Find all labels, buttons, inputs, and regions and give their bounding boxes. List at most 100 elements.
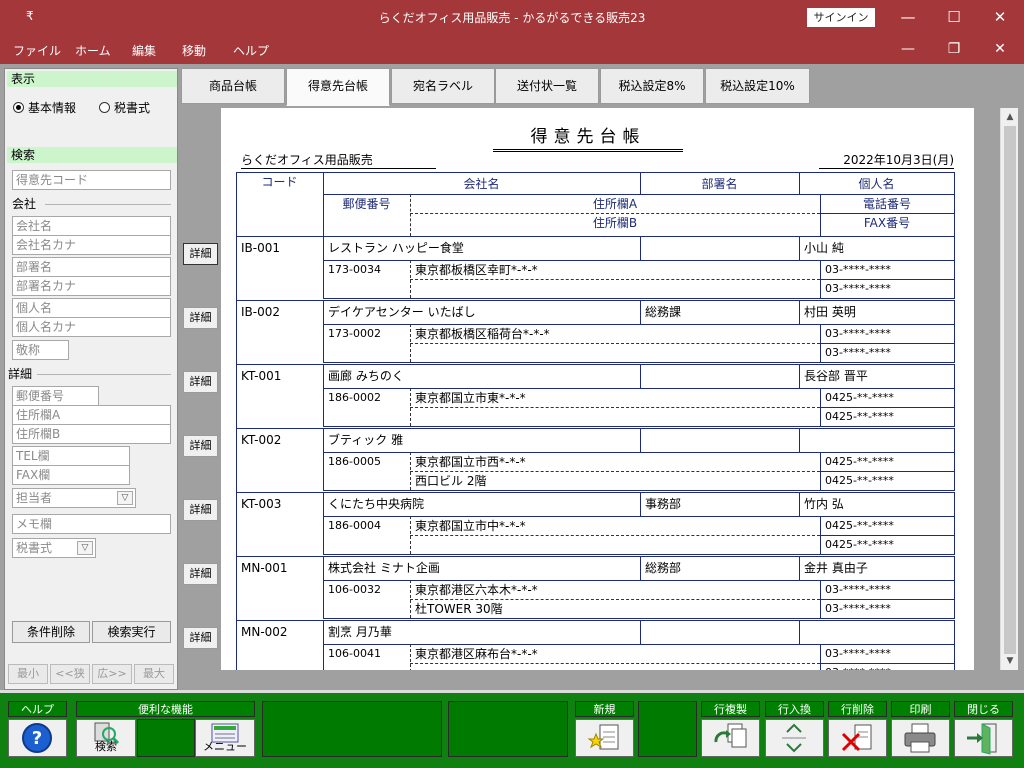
- signin-button[interactable]: サインイン: [807, 8, 875, 27]
- swap-row-button[interactable]: [765, 719, 824, 757]
- delete-row-icon: [841, 724, 872, 752]
- company-name-field[interactable]: 会社名: [12, 216, 171, 236]
- address-a-field[interactable]: 住所欄A: [12, 405, 171, 425]
- menu-edit[interactable]: 編集: [132, 42, 156, 59]
- radio-honorific[interactable]: 税書式: [99, 99, 150, 116]
- grid-line: [820, 580, 821, 618]
- radio-basic-info[interactable]: 基本情報: [13, 99, 76, 116]
- row-company: レストラン ハッピー食堂: [328, 241, 464, 255]
- grid-line: [640, 236, 641, 260]
- doc-minimize-icon[interactable]: —: [897, 38, 919, 60]
- person-kana-field[interactable]: 個人名カナ: [12, 317, 171, 337]
- detail-group-label: 詳細: [8, 367, 33, 381]
- grid-line: [820, 644, 821, 670]
- company-kana-field[interactable]: 会社名カナ: [12, 235, 171, 255]
- grid-line: [799, 300, 800, 324]
- detail-button[interactable]: 詳細: [183, 243, 218, 265]
- clear-conditions-button[interactable]: 条件削除: [12, 621, 90, 643]
- person-field[interactable]: 個人名: [12, 298, 171, 318]
- toolbar-blank-slot: [638, 701, 697, 757]
- customer-code-field[interactable]: 得意先コード: [12, 170, 171, 190]
- grid-line: [640, 620, 641, 644]
- new-button[interactable]: [575, 719, 634, 757]
- detail-button[interactable]: 詳細: [183, 499, 218, 521]
- menu-help[interactable]: ヘルプ: [233, 42, 269, 59]
- delete-row-button[interactable]: [828, 719, 887, 757]
- doc-restore-icon[interactable]: ❐: [943, 38, 965, 60]
- grid-line: [820, 452, 821, 490]
- zoom-max-button[interactable]: 最大: [134, 664, 174, 684]
- row-fax: 03-****-****: [825, 602, 891, 615]
- zoom-min-button[interactable]: 最小: [8, 664, 48, 684]
- grid-line: [820, 516, 821, 554]
- delete-row-label: 行削除: [828, 701, 887, 717]
- row-code: KT-002: [241, 433, 282, 447]
- detail-button[interactable]: 詳細: [183, 307, 218, 329]
- chevron-down-icon[interactable]: ▽: [117, 491, 133, 505]
- doc-close-icon[interactable]: ✕: [989, 38, 1011, 60]
- detail-button[interactable]: 詳細: [183, 435, 218, 457]
- menu-button[interactable]: メニュー: [195, 719, 255, 757]
- row-company: 割烹 月乃華: [328, 625, 392, 639]
- zoom-wide-button[interactable]: 広>>: [92, 664, 132, 684]
- tab-3[interactable]: 送付状一覧: [495, 68, 599, 104]
- tab-1[interactable]: 得意先台帳: [286, 68, 390, 106]
- vertical-scrollbar[interactable]: ▲ ▼: [1000, 108, 1018, 670]
- tax-format-combo[interactable]: 税書式 ▽: [12, 538, 96, 558]
- memo-field[interactable]: メモ欄: [12, 514, 171, 534]
- row-person: 竹内 弘: [804, 497, 844, 511]
- dept-kana-field[interactable]: 部署名カナ: [12, 276, 171, 296]
- tab-2[interactable]: 宛名ラベル: [391, 68, 495, 104]
- detail-button[interactable]: 詳細: [183, 627, 218, 649]
- row-address-a: 東京都国立市中*-*-*: [415, 519, 526, 533]
- print-button[interactable]: [891, 719, 950, 757]
- grid-line: [236, 492, 237, 556]
- dept-field[interactable]: 部署名: [12, 257, 171, 277]
- row-fax: 03-****-****: [825, 664, 953, 670]
- zoom-narrow-button[interactable]: <<狭: [50, 664, 90, 684]
- scroll-down-icon[interactable]: ▼: [1003, 654, 1017, 668]
- grid-line: [236, 236, 237, 300]
- detail-button[interactable]: 詳細: [183, 371, 218, 393]
- minimize-icon[interactable]: —: [897, 6, 919, 28]
- help-button[interactable]: ?: [8, 719, 67, 757]
- sheet-company: らくだオフィス用品販売: [241, 151, 436, 169]
- maximize-icon[interactable]: ☐: [943, 6, 965, 28]
- title-bar: ₹ らくだオフィス用品販売 - かるがるできる販売23 サインイン — ☐ ✕: [0, 0, 1024, 34]
- chevron-down-icon[interactable]: ▽: [77, 541, 93, 555]
- row-fax: 0425-**-****: [825, 410, 894, 423]
- menu-home[interactable]: ホーム: [75, 42, 111, 59]
- copy-row-button[interactable]: [701, 719, 760, 757]
- honorific-field[interactable]: 敬称: [12, 340, 69, 360]
- close-button[interactable]: [954, 719, 1013, 757]
- staff-combo[interactable]: 担当者 ▽: [12, 488, 136, 508]
- fax-field[interactable]: FAX欄: [12, 465, 130, 485]
- search-section-header: 検索: [7, 147, 177, 163]
- grid-line: [820, 260, 821, 298]
- row-phone: 0425-**-****: [825, 455, 894, 468]
- radio-basic-label: 基本情報: [28, 101, 77, 115]
- tel-field[interactable]: TEL欄: [12, 446, 130, 466]
- grid-line: [410, 663, 820, 664]
- row-phone: 03-****-****: [825, 647, 891, 660]
- row-code: KT-001: [241, 369, 282, 383]
- scroll-thumb[interactable]: [1004, 126, 1016, 654]
- tab-0[interactable]: 商品台帳: [181, 68, 285, 104]
- postal-field[interactable]: 郵便番号: [12, 386, 99, 406]
- search-button[interactable]: 検索: [76, 719, 136, 757]
- menu-file[interactable]: ファイル: [13, 42, 61, 59]
- run-search-button[interactable]: 検索実行: [92, 621, 171, 643]
- scroll-up-icon[interactable]: ▲: [1003, 110, 1017, 124]
- address-b-field[interactable]: 住所欄B: [12, 424, 171, 444]
- row-code: IB-001: [241, 241, 281, 255]
- detail-button[interactable]: 詳細: [183, 563, 218, 585]
- menu-move[interactable]: 移動: [182, 42, 206, 59]
- close-icon[interactable]: ✕: [989, 6, 1011, 28]
- display-section-header: 表示: [7, 71, 177, 87]
- grid-line: [410, 260, 411, 298]
- grid-line: [323, 298, 955, 299]
- tab-5[interactable]: 税込設定10%: [705, 68, 810, 104]
- grid-line: [236, 300, 955, 301]
- tab-4[interactable]: 税込設定8%: [600, 68, 704, 104]
- staff-combo-label: 担当者: [16, 491, 53, 505]
